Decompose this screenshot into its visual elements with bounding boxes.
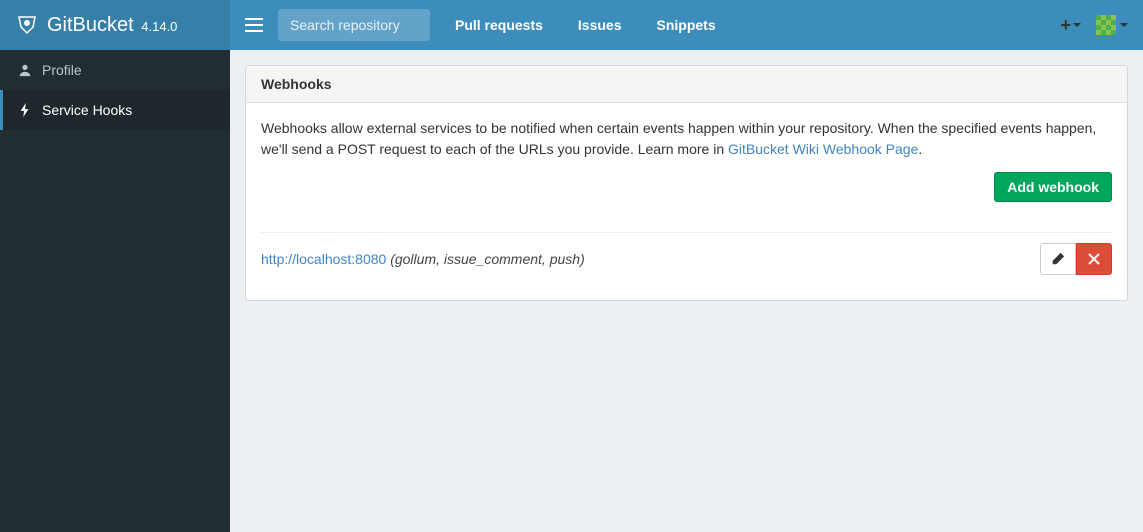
create-new-dropdown[interactable]: + (1060, 15, 1081, 36)
wiki-link[interactable]: GitBucket Wiki Webhook Page (728, 141, 918, 157)
nav-issues[interactable]: Issues (568, 17, 632, 33)
caret-down-icon (1073, 23, 1081, 27)
sidebar-toggle-icon[interactable] (245, 18, 263, 32)
bolt-icon (18, 103, 32, 117)
sidebar-item-service-hooks[interactable]: Service Hooks (0, 90, 230, 130)
avatar (1096, 15, 1116, 35)
brand-name: GitBucket (47, 14, 134, 36)
description-text: Webhooks allow external services to be n… (261, 120, 1096, 157)
sidebar-item-profile[interactable]: Profile (0, 50, 230, 90)
brand[interactable]: GitBucket 4.14.0 (0, 0, 230, 50)
user-icon (18, 63, 32, 77)
webhook-url-link[interactable]: http://localhost:8080 (261, 251, 386, 267)
plus-icon: + (1060, 15, 1071, 36)
gitbucket-logo-icon (15, 13, 39, 37)
sidebar-item-label: Service Hooks (42, 102, 132, 118)
sidebar-item-label: Profile (42, 62, 82, 78)
sidebar: Profile Service Hooks (0, 50, 230, 532)
description-text-end: . (918, 141, 922, 157)
search-input[interactable] (278, 9, 430, 41)
add-webhook-button[interactable]: Add webhook (994, 172, 1112, 202)
delete-webhook-button[interactable] (1076, 243, 1112, 275)
panel-description: Webhooks allow external services to be n… (261, 118, 1112, 160)
brand-version: 4.14.0 (141, 19, 177, 34)
nav-pull-requests[interactable]: Pull requests (445, 17, 553, 33)
nav-snippets[interactable]: Snippets (647, 17, 726, 33)
panel-title: Webhooks (246, 66, 1127, 103)
webhook-events: (gollum, issue_comment, push) (386, 251, 584, 267)
edit-webhook-button[interactable] (1040, 243, 1076, 275)
caret-down-icon (1120, 23, 1128, 27)
user-menu-dropdown[interactable] (1096, 15, 1128, 35)
webhooks-panel: Webhooks Webhooks allow external service… (245, 65, 1128, 301)
close-icon (1088, 253, 1100, 265)
pencil-icon (1051, 252, 1065, 266)
webhook-row: http://localhost:8080 (gollum, issue_com… (261, 233, 1112, 285)
